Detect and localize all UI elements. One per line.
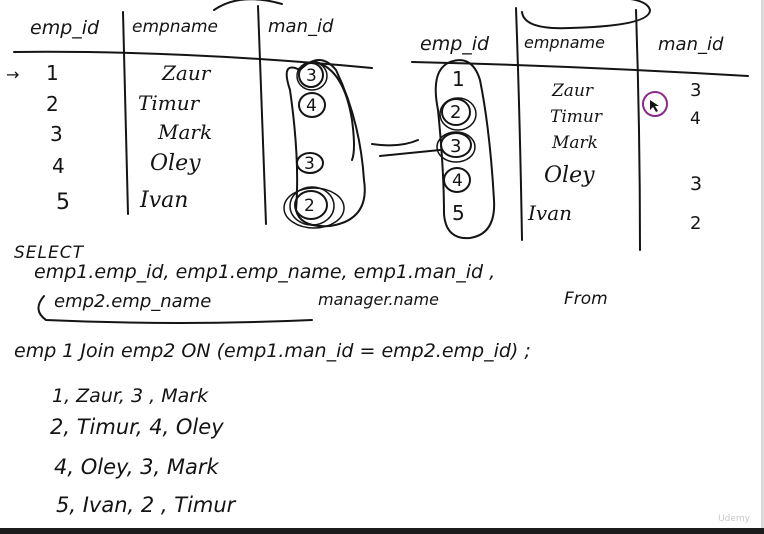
t1-row5-emp-id: 5 (56, 190, 70, 215)
t1-header-emp-id: emp_id (30, 17, 100, 39)
t1-row2-man-id: 4 (306, 96, 317, 116)
t2-row1-man-id: 3 (690, 80, 701, 101)
t2-header-emp-id: emp_id (420, 33, 490, 55)
t2-row4-name: Oley (544, 163, 595, 188)
t2-column-divider-1 (515, 7, 523, 241)
t1-man-id-oval-stroke (315, 61, 355, 161)
result-rows: 1, Zaur, 3 , Mark 2, Timur, 4, Oley 4, O… (50, 385, 237, 517)
result-row-2: 2, Timur, 4, Oley (50, 415, 224, 439)
t2-row5-man-id: 2 (690, 213, 701, 234)
t1-column-divider-1 (122, 11, 129, 215)
t2-row2-man-id: 4 (690, 109, 701, 129)
t1-row1-man-id: 3 (306, 66, 317, 86)
bottom-edge (0, 528, 764, 534)
result-row-3: 4, Oley, 3, Mark (54, 455, 219, 479)
join-connector-line (371, 139, 419, 147)
t2-row3-name: Mark (551, 133, 598, 153)
t1-row3-emp-id: 3 (50, 122, 63, 146)
t2-header-man-id: man_id (658, 34, 724, 55)
t1-row2-emp-id: 2 (46, 92, 59, 116)
query-line-4-join: emp 1 Join emp2 ON (emp1.man_id = emp2.e… (14, 340, 531, 362)
t2-row4-emp-id: 4 (452, 171, 463, 191)
t2-label-ellipse (521, 0, 651, 30)
t2-emp-id-oval (434, 59, 496, 240)
arrow-icon: → (6, 65, 19, 84)
t1-row1-name: Zaur (161, 61, 212, 85)
t2-column-divider-2 (635, 9, 641, 251)
t2-row1-name: Zaur (551, 81, 594, 101)
t1-row1-emp-id: 1 (46, 61, 59, 85)
sql-query: SELECT emp1.emp_id, emp1.emp_name, emp1.… (14, 243, 608, 362)
t2-row2-name: Timur (550, 107, 603, 127)
t1-row3-name: Mark (157, 120, 212, 144)
t1-row4-emp-id: 4 (52, 154, 65, 178)
t2-header-empname: empname (524, 33, 605, 52)
t2-row3-emp-id: 3 (450, 136, 461, 157)
t1-header-empname: empname (132, 17, 218, 37)
query-line-2: emp1.emp_id, emp1.emp_name, emp1.man_id … (34, 261, 495, 283)
t1-row2-name: Timur (138, 91, 201, 115)
t1-row4-man-id: 3 (304, 154, 315, 174)
udemy-logo: Udemy (718, 514, 750, 524)
query-line-3-alias: manager.name (318, 290, 439, 309)
t2-row1-emp-id: 1 (452, 67, 465, 91)
query-line-3-from: From (564, 289, 608, 309)
t2-row2-emp-id: 2 (450, 102, 461, 123)
mouse-cursor-icon (642, 91, 668, 117)
result-row-1: 1, Zaur, 3 , Mark (52, 385, 209, 407)
t2-row4-man-id: 3 (690, 173, 702, 195)
query-line-3-emp2-name: emp2.emp_name (54, 291, 211, 312)
t1-row4-name: Oley (150, 151, 201, 176)
whiteboard: emp_id empname man_id → 1 2 3 4 5 Zaur T… (6, 0, 749, 517)
t1-column-divider-2 (257, 5, 267, 225)
t1-row5-man-id: 2 (304, 196, 315, 216)
t1-header-man-id: man_id (268, 16, 334, 37)
result-row-4: 5, Ivan, 2 , Timur (56, 493, 237, 517)
t1-row5-name: Ivan (139, 188, 188, 213)
query-select: SELECT (14, 243, 85, 263)
table-emp1: emp_id empname man_id → 1 2 3 4 5 Zaur T… (6, 0, 373, 229)
t2-row5-name: Ivan (527, 201, 572, 225)
table-emp2: emp_id empname man_id 1 2 3 4 5 Zaur Tim… (411, 0, 749, 251)
t2-row5-emp-id: 5 (452, 201, 465, 225)
t1-label-ellipse (213, 0, 283, 11)
join-connector-line-2 (379, 149, 441, 157)
